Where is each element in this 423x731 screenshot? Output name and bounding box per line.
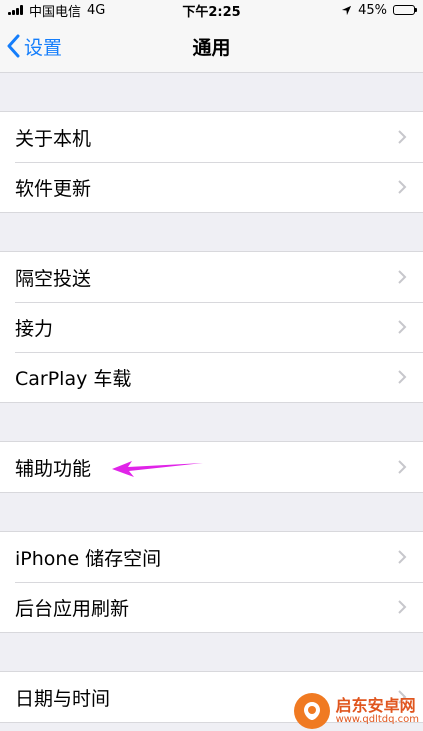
page-title: 通用 <box>192 36 231 59</box>
row-iphone-storage[interactable]: iPhone 储存空间 <box>0 532 423 582</box>
status-right: 45% <box>341 2 417 18</box>
row-software-update[interactable]: 软件更新 <box>0 162 423 212</box>
watermark-url: www.qdltdq.com <box>335 714 419 726</box>
row-label: CarPlay 车载 <box>15 367 132 390</box>
settings-group-storage: iPhone 储存空间 后台应用刷新 <box>0 531 423 633</box>
chevron-left-icon <box>7 34 20 58</box>
chevron-right-icon <box>398 370 407 384</box>
chevron-right-icon <box>398 460 407 474</box>
row-label: 辅助功能 <box>15 457 92 480</box>
chevron-right-icon <box>398 180 407 194</box>
back-button-label: 设置 <box>24 36 63 59</box>
chevron-right-icon <box>398 550 407 564</box>
watermark-logo-icon <box>293 693 330 729</box>
status-bar: 中国电信 4G 下午2:25 45% <box>0 0 423 20</box>
row-label: 接力 <box>15 317 54 340</box>
battery-icon <box>393 5 417 15</box>
row-about[interactable]: 关于本机 <box>0 112 423 162</box>
settings-group-about: 关于本机 软件更新 <box>0 111 423 213</box>
settings-group-continuity: 隔空投送 接力 CarPlay 车载 <box>0 251 423 403</box>
status-left: 中国电信 4G <box>8 1 105 20</box>
row-background-app-refresh[interactable]: 后台应用刷新 <box>0 582 423 632</box>
carrier-name: 中国电信 <box>29 4 82 20</box>
row-label: 后台应用刷新 <box>15 597 130 620</box>
row-airdrop[interactable]: 隔空投送 <box>0 252 423 302</box>
watermark: 启东安卓网 www.qdltdq.com <box>293 693 419 729</box>
location-arrow-icon <box>342 5 352 15</box>
chevron-right-icon <box>398 270 407 284</box>
row-label: 软件更新 <box>15 177 92 200</box>
network-type: 4G <box>87 2 106 18</box>
chevron-right-icon <box>398 130 407 144</box>
watermark-name: 启东安卓网 <box>335 695 416 715</box>
row-carplay[interactable]: CarPlay 车载 <box>0 352 423 402</box>
chevron-right-icon <box>398 320 407 334</box>
row-label: iPhone 储存空间 <box>15 547 162 570</box>
row-accessibility[interactable]: 辅助功能 <box>0 442 423 492</box>
row-handoff[interactable]: 接力 <box>0 302 423 352</box>
chevron-right-icon <box>398 600 407 614</box>
cellular-signal-icon <box>8 5 23 15</box>
row-label: 关于本机 <box>15 127 92 150</box>
back-button[interactable]: 设置 <box>0 33 62 60</box>
row-label: 隔空投送 <box>15 267 92 290</box>
battery-percent: 45% <box>358 2 387 18</box>
annotation-arrow-icon <box>112 461 203 477</box>
settings-group-accessibility: 辅助功能 <box>0 441 423 493</box>
navigation-bar: 设置 通用 <box>0 20 423 73</box>
